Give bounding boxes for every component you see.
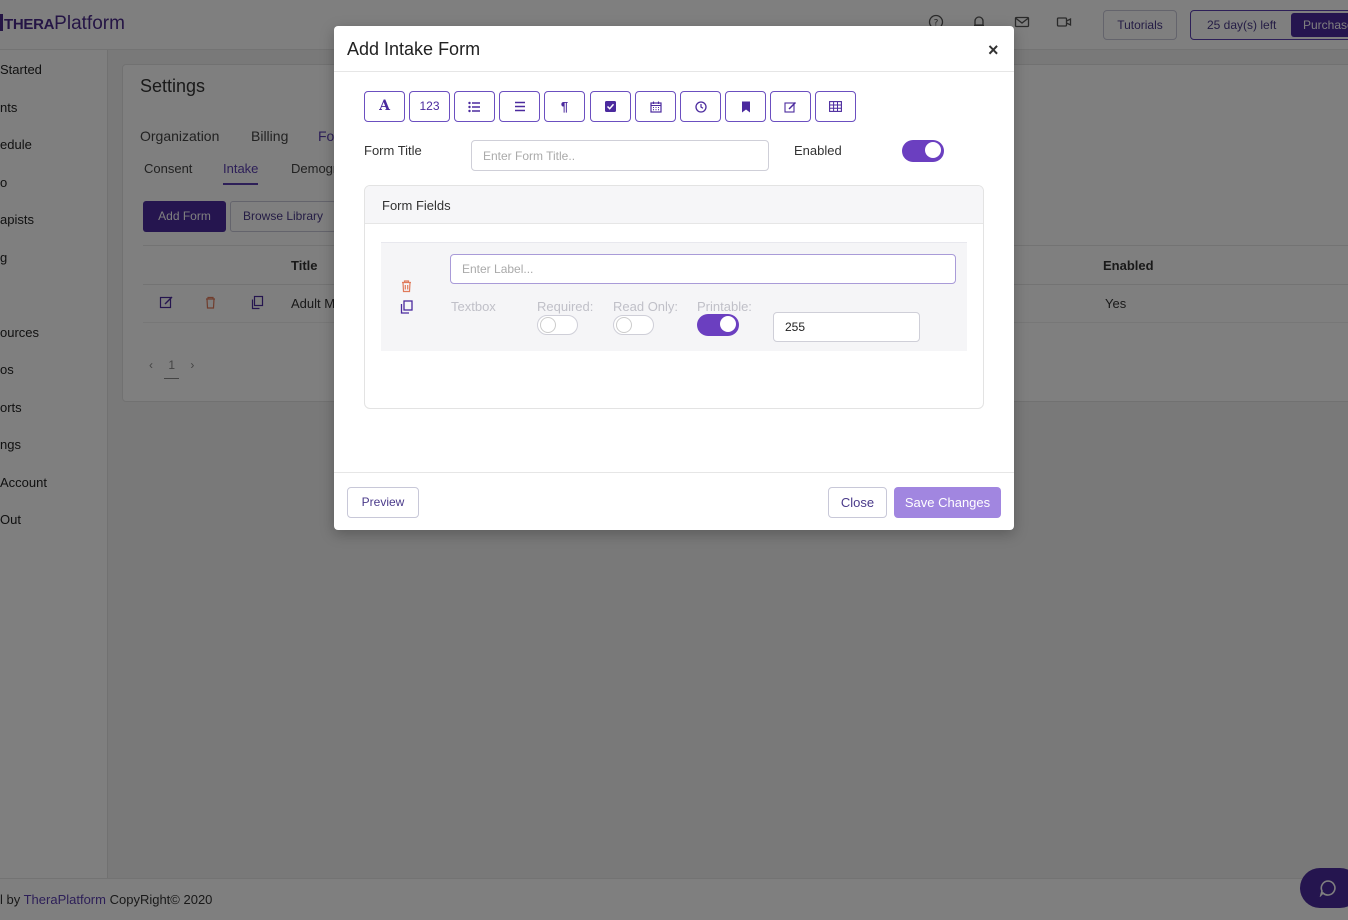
align-icon[interactable] bbox=[499, 91, 540, 122]
calendar-icon[interactable] bbox=[635, 91, 676, 122]
toggle-knob bbox=[540, 317, 556, 333]
add-intake-form-modal: Add Intake Form × A 123 ¶ Form Title Ent… bbox=[334, 26, 1014, 530]
read-only-label: Read Only: bbox=[613, 299, 679, 314]
form-fields-header: Form Fields bbox=[365, 186, 983, 224]
required-label: Required: bbox=[537, 299, 594, 314]
list-icon[interactable] bbox=[454, 91, 495, 122]
modal-title: Add Intake Form bbox=[347, 39, 481, 59]
duplicate-icon[interactable] bbox=[400, 300, 413, 314]
preview-button[interactable]: Preview bbox=[347, 487, 419, 518]
bookmark-icon[interactable] bbox=[725, 91, 766, 122]
divider bbox=[334, 472, 1014, 473]
clock-icon[interactable] bbox=[680, 91, 721, 122]
read-only-toggle[interactable] bbox=[613, 315, 654, 335]
enabled-toggle[interactable] bbox=[902, 140, 944, 162]
toggle-knob bbox=[720, 316, 736, 332]
close-button[interactable]: Close bbox=[828, 487, 887, 518]
form-field-row: Textbox Required: Read Only: Printable: bbox=[381, 242, 967, 351]
printable-label: Printable: bbox=[697, 299, 752, 314]
save-changes-button[interactable]: Save Changes bbox=[894, 487, 1001, 518]
form-title-input[interactable] bbox=[471, 140, 769, 171]
trash-icon[interactable] bbox=[400, 279, 413, 293]
max-length-input[interactable] bbox=[773, 312, 920, 342]
number-icon[interactable]: 123 bbox=[409, 91, 450, 122]
text-icon[interactable]: A bbox=[364, 91, 405, 122]
form-title-label: Form Title bbox=[364, 143, 422, 158]
signature-icon[interactable] bbox=[770, 91, 811, 122]
close-icon[interactable]: × bbox=[988, 40, 999, 61]
printable-toggle[interactable] bbox=[697, 314, 739, 336]
divider bbox=[334, 71, 1014, 72]
toggle-knob bbox=[925, 142, 941, 158]
toggle-knob bbox=[616, 317, 632, 333]
table-icon[interactable] bbox=[815, 91, 856, 122]
paragraph-icon[interactable]: ¶ bbox=[544, 91, 585, 122]
field-label-input[interactable] bbox=[450, 254, 956, 284]
form-fields-panel: Form Fields Textbox Required: Read Only:… bbox=[364, 185, 984, 409]
field-type-label: Textbox bbox=[451, 299, 496, 314]
enabled-label: Enabled bbox=[794, 143, 842, 158]
required-toggle[interactable] bbox=[537, 315, 578, 335]
checkbox-icon[interactable] bbox=[590, 91, 631, 122]
form-fields-title: Form Fields bbox=[382, 198, 451, 213]
